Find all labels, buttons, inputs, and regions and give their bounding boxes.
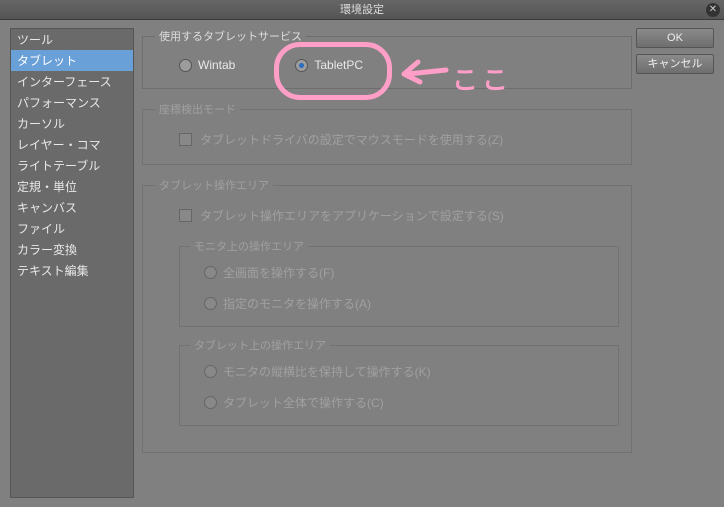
- ok-button[interactable]: OK: [636, 28, 714, 48]
- radio-monitor-full-label: 全画面を操作する(F): [223, 264, 334, 281]
- sidebar-item-9[interactable]: ファイル: [11, 218, 133, 239]
- tablet-area-checkbox-label: タブレット操作エリアをアプリケーションで設定する(S): [200, 207, 504, 224]
- sidebar-item-1[interactable]: タブレット: [11, 50, 133, 71]
- sidebar-item-7[interactable]: 定規・単位: [11, 176, 133, 197]
- radio-tabletpc-label: TabletPC: [314, 58, 363, 72]
- checkbox-icon: [179, 133, 192, 146]
- tablet-sub-area-group: タブレット上の操作エリア モニタの縦横比を保持して操作する(K) タブレット全体…: [179, 337, 619, 426]
- radio-dot-icon: [204, 266, 217, 279]
- sidebar-item-11[interactable]: テキスト編集: [11, 260, 133, 281]
- radio-tablet-whole-label: タブレット全体で操作する(C): [223, 394, 384, 411]
- radio-tablet-whole: タブレット全体で操作する(C): [204, 394, 608, 411]
- radio-wintab[interactable]: Wintab: [179, 58, 235, 72]
- sidebar-item-2[interactable]: インターフェース: [11, 71, 133, 92]
- radio-dot-icon: [204, 297, 217, 310]
- radio-tablet-aspect: モニタの縦横比を保持して操作する(K): [204, 363, 608, 380]
- tablet-service-legend: 使用するタブレットサービス: [155, 28, 306, 44]
- radio-dot-icon: [204, 365, 217, 378]
- radio-monitor-specific: 指定のモニタを操作する(A): [204, 295, 608, 312]
- monitor-area-legend: モニタ上の操作エリア: [190, 238, 308, 254]
- tablet-sub-area-legend: タブレット上の操作エリア: [190, 337, 330, 353]
- sidebar-item-6[interactable]: ライトテーブル: [11, 155, 133, 176]
- sidebar-item-4[interactable]: カーソル: [11, 113, 133, 134]
- cancel-button[interactable]: キャンセル: [636, 54, 714, 74]
- tablet-service-group: 使用するタブレットサービス Wintab TabletPC: [142, 28, 632, 89]
- radio-dot-icon: [204, 396, 217, 409]
- radio-dot-icon: [179, 59, 192, 72]
- radio-monitor-full: 全画面を操作する(F): [204, 264, 608, 281]
- sidebar-item-5[interactable]: レイヤー・コマ: [11, 134, 133, 155]
- coord-mode-legend: 座標検出モード: [155, 101, 240, 117]
- close-icon[interactable]: ✕: [706, 3, 720, 17]
- sidebar: ツールタブレットインターフェースパフォーマンスカーソルレイヤー・コマライトテーブ…: [10, 28, 134, 498]
- sidebar-item-10[interactable]: カラー変換: [11, 239, 133, 260]
- window-title: 環境設定: [340, 4, 384, 16]
- radio-dot-icon: [295, 59, 308, 72]
- monitor-area-group: モニタ上の操作エリア 全画面を操作する(F) 指定のモニタを操作する(A): [179, 238, 619, 327]
- sidebar-item-3[interactable]: パフォーマンス: [11, 92, 133, 113]
- sidebar-item-8[interactable]: キャンバス: [11, 197, 133, 218]
- radio-tabletpc[interactable]: TabletPC: [295, 58, 363, 72]
- radio-wintab-label: Wintab: [198, 58, 235, 72]
- titlebar: 環境設定 ✕: [0, 0, 724, 20]
- radio-monitor-specific-label: 指定のモニタを操作する(A): [223, 295, 371, 312]
- button-column: OK キャンセル: [636, 28, 716, 80]
- sidebar-item-0[interactable]: ツール: [11, 29, 133, 50]
- tablet-area-group: タブレット操作エリア タブレット操作エリアをアプリケーションで設定する(S) モ…: [142, 177, 632, 453]
- coord-mode-checkbox-label: タブレットドライバの設定でマウスモードを使用する(Z): [200, 131, 503, 148]
- coord-mode-group: 座標検出モード タブレットドライバの設定でマウスモードを使用する(Z): [142, 101, 632, 165]
- checkbox-icon: [179, 209, 192, 222]
- radio-tablet-aspect-label: モニタの縦横比を保持して操作する(K): [223, 363, 431, 380]
- tablet-area-legend: タブレット操作エリア: [155, 177, 273, 193]
- main-panel: 使用するタブレットサービス Wintab TabletPC 座標検出モード タブ…: [142, 28, 632, 499]
